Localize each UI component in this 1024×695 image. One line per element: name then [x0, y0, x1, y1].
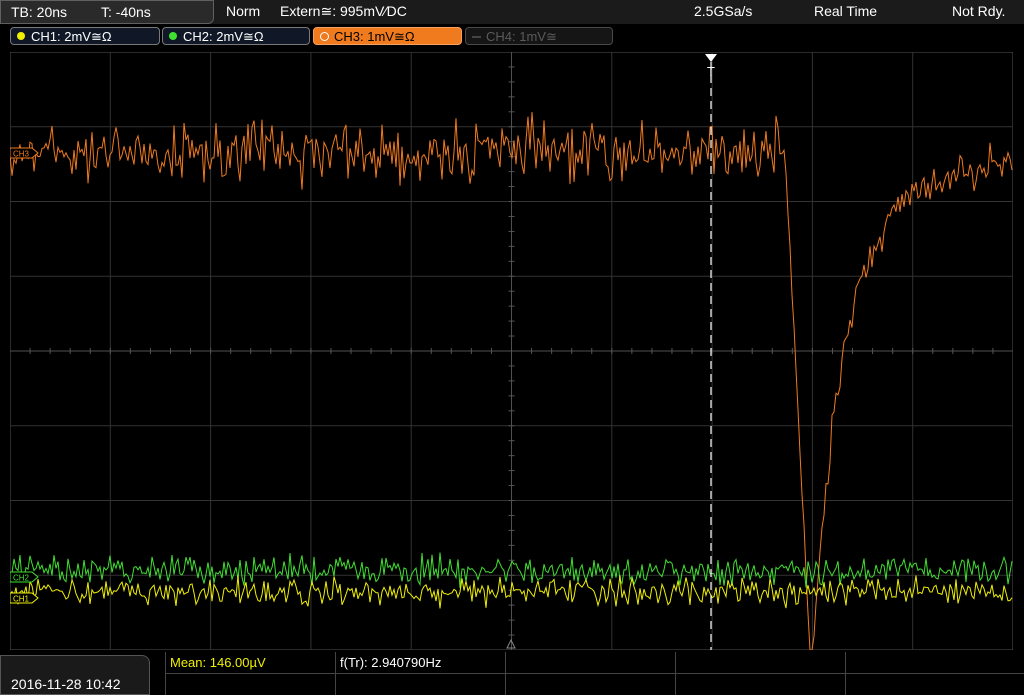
- tab-ch1[interactable]: CH1: 2mV≅Ω: [10, 27, 160, 45]
- tab-ch4[interactable]: CH4: 1mV≅: [465, 27, 613, 45]
- ch2-marker-label: CH2: [13, 574, 30, 583]
- ch2-color-dot: [169, 32, 177, 40]
- measurement-mean: Mean: 146.00µV: [170, 655, 266, 670]
- measurement-slot-1[interactable]: Mean: 146.00µV: [165, 652, 335, 695]
- tab-ch2-label: CH2: 2mV≅Ω: [183, 29, 264, 44]
- measurement-slot-5[interactable]: [845, 652, 1024, 695]
- datetime-panel: 2016-11-28 10:42: [0, 655, 150, 695]
- measurement-slot-4[interactable]: [675, 652, 845, 695]
- ch1-level-marker[interactable]: CH1: [10, 592, 39, 604]
- tab-ch3[interactable]: CH3: 1mV≅Ω: [313, 27, 462, 45]
- trigger-source[interactable]: Extern≅: 995mV∕DC: [280, 3, 407, 20]
- ch3-level-marker[interactable]: CH3: [10, 147, 39, 159]
- status-bar: TB: 20ns T: -40ns Norm Extern≅: 995mV∕DC…: [0, 0, 1024, 24]
- waveform-display[interactable]: T CH3 CH2 CH1: [10, 52, 1013, 650]
- tab-ch4-label: CH4: 1mV≅: [486, 29, 557, 44]
- sample-rate: 2.5GSa/s: [694, 3, 753, 19]
- measurement-slot-2[interactable]: f(Tr): 2.940790Hz: [335, 652, 505, 695]
- measurement-frequency: f(Tr): 2.940790Hz: [340, 655, 442, 670]
- waveform-svg: T CH3 CH2 CH1: [10, 52, 1013, 650]
- ch2-level-marker[interactable]: CH2: [10, 571, 39, 583]
- measurement-bar: 2016-11-28 10:42 Mean: 146.00µV f(Tr): 2…: [0, 652, 1024, 695]
- ch3-color-dot: [320, 32, 329, 41]
- trigger-time-value: T: -40ns: [101, 4, 151, 20]
- datetime-value: 2016-11-28 10:42: [11, 676, 121, 692]
- trigger-status: Not Rdy.: [952, 3, 1006, 19]
- tab-ch3-label: CH3: 1mV≅Ω: [334, 29, 415, 44]
- timebase-value: TB: 20ns: [11, 4, 68, 20]
- ch3-marker-label: CH3: [13, 150, 30, 159]
- ch1-marker-label: CH1: [13, 595, 30, 604]
- trigger-mode[interactable]: Norm: [226, 3, 260, 19]
- tab-ch1-label: CH1: 2mV≅Ω: [31, 29, 112, 44]
- trigger-marker-label: T: [707, 64, 715, 79]
- measurement-slot-3[interactable]: [505, 652, 675, 695]
- timebase-panel[interactable]: TB: 20ns T: -40ns: [0, 0, 214, 24]
- channel-tabs: CH1: 2mV≅Ω CH2: 2mV≅Ω CH3: 1mV≅Ω CH4: 1m…: [0, 25, 1024, 48]
- acquisition-mode: Real Time: [814, 3, 878, 19]
- ch4-off-icon: [472, 36, 481, 38]
- ch1-color-dot: [17, 32, 25, 40]
- tab-ch2[interactable]: CH2: 2mV≅Ω: [162, 27, 310, 45]
